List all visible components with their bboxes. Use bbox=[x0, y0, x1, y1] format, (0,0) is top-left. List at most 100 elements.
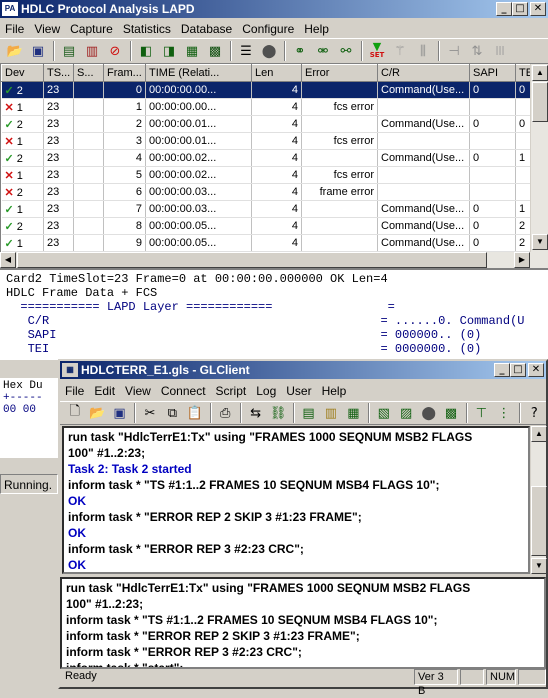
export-icon[interactable]: ◨ bbox=[158, 40, 180, 62]
database-icon[interactable]: ▦ bbox=[181, 40, 203, 62]
stop-icon[interactable]: ▨ bbox=[395, 402, 416, 424]
glclient-output-log[interactable]: run task "HdlcTerrE1:Tx" using "FRAMES 1… bbox=[62, 426, 530, 574]
main-menu-statistics[interactable]: Statistics bbox=[118, 22, 176, 36]
save-icon[interactable]: ▣ bbox=[109, 402, 130, 424]
frame-decode-pane[interactable]: Card2 TimeSlot=23 Frame=0 at 00:00:00.00… bbox=[0, 268, 548, 360]
gl-menu-file[interactable]: File bbox=[60, 384, 89, 398]
column-header[interactable]: TEI bbox=[515, 64, 530, 82]
table-row[interactable]: ✓ 1 23 7 00:00:00.03... 4 Command(Use... 0 1 bbox=[1, 200, 530, 218]
users-icon[interactable]: ⋮ bbox=[493, 402, 514, 424]
hex-dump-pane[interactable]: Hex Du +----- 00 00 bbox=[0, 378, 58, 458]
new-icon[interactable]: 🗋 bbox=[64, 402, 85, 424]
column-header[interactable]: Len bbox=[251, 64, 302, 82]
disconnect-icon[interactable]: ⛓ bbox=[267, 402, 288, 424]
maximize-button[interactable]: □ bbox=[512, 2, 528, 16]
log-scroll-thumb[interactable] bbox=[531, 486, 547, 556]
script-open-icon[interactable]: ▥ bbox=[320, 402, 341, 424]
script-new-icon[interactable]: ▤ bbox=[298, 402, 319, 424]
close-button[interactable]: ✕ bbox=[530, 2, 546, 16]
gl-menu-log[interactable]: Log bbox=[251, 384, 281, 398]
gl-menu-user[interactable]: User bbox=[281, 384, 316, 398]
script-save-icon[interactable]: ▦ bbox=[343, 402, 364, 424]
gl-menu-help[interactable]: Help bbox=[317, 384, 352, 398]
main-menu-capture[interactable]: Capture bbox=[65, 22, 118, 36]
gl-minimize-button[interactable]: _ bbox=[494, 363, 510, 377]
table-row[interactable]: ✕ 1 23 5 00:00:00.02... 4 fcs error bbox=[1, 166, 530, 184]
set-icon[interactable]: ▼ SET bbox=[366, 40, 388, 62]
packet-table[interactable]: Dev TS... S... Fram... TIME (Relati... Len Err… bbox=[0, 64, 530, 252]
column-header[interactable]: Dev bbox=[1, 64, 44, 82]
gl-menu-view[interactable]: View bbox=[120, 384, 156, 398]
config-icon[interactable]: ⊣ bbox=[443, 40, 465, 62]
scroll-right-button[interactable]: ▶ bbox=[514, 252, 530, 268]
save-icon[interactable]: ▣ bbox=[27, 40, 49, 62]
connect-icon[interactable]: ⇆ bbox=[245, 402, 266, 424]
table-row[interactable]: ✓ 2 23 8 00:00:00.05... 4 Command(Use... 0 2 bbox=[1, 217, 530, 235]
capture-start-icon[interactable]: ▤ bbox=[58, 40, 80, 62]
help-icon[interactable]: ? bbox=[524, 402, 545, 424]
main-menu-help[interactable]: Help bbox=[299, 22, 334, 36]
gl-maximize-button[interactable]: □ bbox=[510, 363, 526, 377]
main-menu-file[interactable]: File bbox=[0, 22, 29, 36]
gl-close-button[interactable]: ✕ bbox=[528, 363, 544, 377]
scroll-left-button[interactable]: ◀ bbox=[0, 252, 16, 268]
log-vscroll[interactable]: ▲ ▼ bbox=[530, 426, 547, 574]
print-icon[interactable]: ⎙ bbox=[215, 402, 236, 424]
minimize-button[interactable]: _ bbox=[496, 2, 512, 16]
binoculars-icon[interactable]: ⚭ bbox=[289, 40, 311, 62]
ddi-icon[interactable]: ||| bbox=[489, 40, 511, 62]
filter-icon[interactable]: ⬤ bbox=[258, 40, 280, 62]
list-icon[interactable]: ☰ bbox=[235, 40, 257, 62]
scroll-down-button[interactable]: ▼ bbox=[532, 234, 548, 250]
column-header[interactable]: Error bbox=[301, 64, 378, 82]
scroll-up-button[interactable]: ▲ bbox=[532, 65, 548, 81]
glclient-window[interactable]: ▦ HDLCTERR_E1.gls - GLClient _ □ ✕ File E… bbox=[58, 359, 548, 697]
table-row[interactable]: ✓ 2 23 0 00:00:00.00... 4 Command(Use... 0 0 bbox=[1, 81, 530, 99]
main-titlebar[interactable]: PA HDLC Protocol Analysis LAPD _ □ ✕ bbox=[0, 0, 548, 18]
table-row[interactable]: ✓ 2 23 2 00:00:00.01... 4 Command(Use... 0 0 bbox=[1, 115, 530, 133]
glclient-script-editor[interactable]: run task "HdlcTerrE1:Tx" using "FRAMES 1… bbox=[60, 577, 546, 669]
sort-icon[interactable]: ⇅ bbox=[466, 40, 488, 62]
open-icon[interactable]: 📂 bbox=[86, 402, 107, 424]
cut-icon[interactable]: ✂ bbox=[139, 402, 160, 424]
log-icon[interactable]: ⬤ bbox=[418, 402, 439, 424]
main-menu-database[interactable]: Database bbox=[176, 22, 237, 36]
stop-icon[interactable]: ⊘ bbox=[104, 40, 126, 62]
gl-menu-edit[interactable]: Edit bbox=[89, 384, 120, 398]
copy-icon[interactable]: ⧉ bbox=[162, 402, 183, 424]
log-scroll-up[interactable]: ▲ bbox=[531, 426, 547, 442]
import-icon[interactable]: ◧ bbox=[135, 40, 157, 62]
table-row[interactable]: ✕ 2 23 6 00:00:00.03... 4 frame error bbox=[1, 183, 530, 201]
packet-table-vscroll[interactable]: ▲ ▼ bbox=[530, 64, 548, 252]
table-row[interactable]: ✕ 1 23 3 00:00:00.01... 4 fcs error bbox=[1, 132, 530, 150]
column-header[interactable]: TIME (Relati... bbox=[145, 64, 252, 82]
hscroll-thumb[interactable] bbox=[17, 252, 487, 268]
statistics-icon[interactable]: ⫼ bbox=[412, 40, 434, 62]
run-icon[interactable]: ▧ bbox=[373, 402, 394, 424]
trigger-icon[interactable]: ⚚ bbox=[389, 40, 411, 62]
main-menu-view[interactable]: View bbox=[29, 22, 65, 36]
gl-menu-connect[interactable]: Connect bbox=[156, 384, 211, 398]
column-header[interactable]: S... bbox=[73, 64, 104, 82]
column-header[interactable]: SAPI bbox=[469, 64, 516, 82]
glclient-titlebar[interactable]: ▦ HDLCTERR_E1.gls - GLClient _ □ ✕ bbox=[60, 361, 546, 379]
column-header[interactable]: C/R bbox=[377, 64, 470, 82]
find-prev-icon[interactable]: ⚯ bbox=[335, 40, 357, 62]
gl-menu-script[interactable]: Script bbox=[211, 384, 252, 398]
scroll-thumb[interactable] bbox=[532, 82, 548, 122]
open-icon[interactable]: 📂 bbox=[4, 40, 26, 62]
capture-stop-icon[interactable]: ▥ bbox=[81, 40, 103, 62]
tree-icon[interactable]: ⊤ bbox=[471, 402, 492, 424]
save-db-icon[interactable]: ▩ bbox=[204, 40, 226, 62]
find-next-icon[interactable]: ⚮ bbox=[312, 40, 334, 62]
paste-icon[interactable]: 📋 bbox=[184, 402, 205, 424]
table-row[interactable]: ✕ 1 23 1 00:00:00.00... 4 fcs error bbox=[1, 98, 530, 116]
main-menu-configure[interactable]: Configure bbox=[237, 22, 299, 36]
column-header[interactable]: TS... bbox=[43, 64, 74, 82]
column-header[interactable]: Fram... bbox=[103, 64, 146, 82]
packet-table-hscroll[interactable]: ◀ ▶ bbox=[0, 252, 548, 268]
report-icon[interactable]: ▩ bbox=[440, 402, 461, 424]
table-row[interactable]: ✓ 1 23 9 00:00:00.05... 4 Command(Use... 0 2 bbox=[1, 234, 530, 252]
log-scroll-down[interactable]: ▼ bbox=[531, 558, 547, 574]
table-row[interactable]: ✓ 2 23 4 00:00:00.02... 4 Command(Use... 0 1 bbox=[1, 149, 530, 167]
